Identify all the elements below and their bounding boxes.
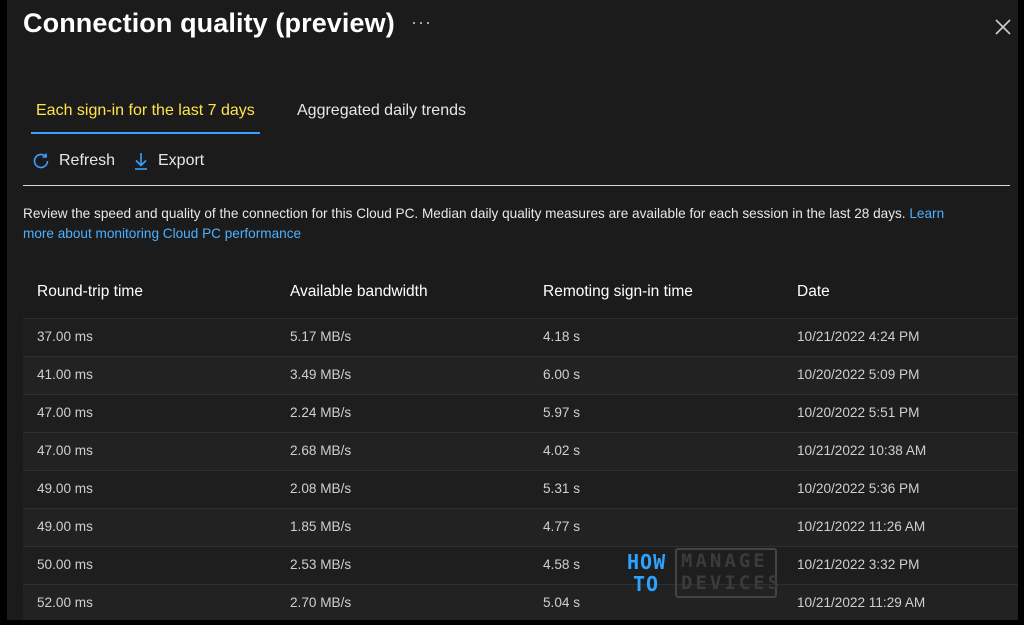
table-row[interactable]: 47.00 ms 2.24 MB/s 5.97 s 10/20/2022 5:5… xyxy=(23,395,1018,433)
table-row[interactable]: 50.00 ms 2.53 MB/s 4.58 s 10/21/2022 3:3… xyxy=(23,547,1018,585)
export-button[interactable]: Export xyxy=(132,148,204,174)
cell-date: 10/20/2022 5:51 PM xyxy=(797,405,920,420)
cell-date: 10/20/2022 5:36 PM xyxy=(797,481,920,496)
cell-available-bandwidth: 1.85 MB/s xyxy=(290,519,352,534)
export-label: Export xyxy=(158,152,205,169)
cell-round-trip-time: 47.00 ms xyxy=(37,443,93,458)
close-button[interactable] xyxy=(992,16,1014,38)
description-text: Review the speed and quality of the conn… xyxy=(23,206,906,221)
refresh-button[interactable]: Refresh xyxy=(31,148,115,174)
cell-remoting-sign-in-time: 6.00 s xyxy=(543,367,581,382)
table-row[interactable]: 37.00 ms 5.17 MB/s 4.18 s 10/21/2022 4:2… xyxy=(23,319,1018,357)
cell-remoting-sign-in-time: 4.77 s xyxy=(543,519,581,534)
description: Review the speed and quality of the conn… xyxy=(23,204,973,244)
more-options-button[interactable]: ··· xyxy=(411,12,432,33)
cell-remoting-sign-in-time: 4.02 s xyxy=(543,443,581,458)
cell-date: 10/21/2022 10:38 AM xyxy=(797,443,927,458)
cell-available-bandwidth: 3.49 MB/s xyxy=(290,367,352,382)
cell-available-bandwidth: 2.70 MB/s xyxy=(290,595,352,610)
table-row[interactable]: 47.00 ms 2.68 MB/s 4.02 s 10/21/2022 10:… xyxy=(23,433,1018,471)
cell-round-trip-time: 50.00 ms xyxy=(37,557,93,572)
cell-round-trip-time: 52.00 ms xyxy=(37,595,93,610)
column-header-available-bandwidth[interactable]: Available bandwidth xyxy=(290,283,428,301)
cell-remoting-sign-in-time: 5.31 s xyxy=(543,481,581,496)
cell-available-bandwidth: 5.17 MB/s xyxy=(290,329,352,344)
table-row[interactable]: 41.00 ms 3.49 MB/s 6.00 s 10/20/2022 5:0… xyxy=(23,357,1018,395)
cell-date: 10/21/2022 4:24 PM xyxy=(797,329,920,344)
connection-quality-table: Round-trip time Available bandwidth Remo… xyxy=(23,270,1018,620)
cell-remoting-sign-in-time: 5.04 s xyxy=(543,595,581,610)
cell-round-trip-time: 49.00 ms xyxy=(37,481,93,496)
connection-quality-panel: Connection quality (preview) ··· Each si… xyxy=(7,0,1018,620)
table-body: 37.00 ms 5.17 MB/s 4.18 s 10/21/2022 4:2… xyxy=(23,319,1018,620)
watermark-devices: DEVICES xyxy=(681,572,783,594)
table-row[interactable]: 49.00 ms 2.08 MB/s 5.31 s 10/20/2022 5:3… xyxy=(23,471,1018,509)
table-header: Round-trip time Available bandwidth Remo… xyxy=(23,270,1018,319)
watermark-manage: MANAGE xyxy=(681,550,768,572)
toolbar-divider xyxy=(23,185,1010,186)
refresh-label: Refresh xyxy=(59,152,116,169)
tab-aggregated-daily-trends[interactable]: Aggregated daily trends xyxy=(297,92,466,132)
column-header-round-trip-time[interactable]: Round-trip time xyxy=(37,283,143,301)
cell-available-bandwidth: 2.24 MB/s xyxy=(290,405,352,420)
cell-round-trip-time: 41.00 ms xyxy=(37,367,93,382)
tab-bar: Each sign-in for the last 7 days Aggrega… xyxy=(23,92,623,134)
column-header-date[interactable]: Date xyxy=(797,283,830,301)
tab-each-sign-in[interactable]: Each sign-in for the last 7 days xyxy=(31,92,260,134)
refresh-icon xyxy=(33,153,49,169)
watermark-how: HOW xyxy=(627,550,667,574)
cell-date: 10/20/2022 5:09 PM xyxy=(797,367,920,382)
cell-round-trip-time: 49.00 ms xyxy=(37,519,93,534)
download-icon xyxy=(135,153,147,170)
table-row[interactable]: 49.00 ms 1.85 MB/s 4.77 s 10/21/2022 11:… xyxy=(23,509,1018,547)
cell-remoting-sign-in-time: 4.18 s xyxy=(543,329,581,344)
page-title: Connection quality (preview) xyxy=(23,8,395,38)
cell-available-bandwidth: 2.53 MB/s xyxy=(290,557,352,572)
cell-available-bandwidth: 2.08 MB/s xyxy=(290,481,352,496)
cell-remoting-sign-in-time: 5.97 s xyxy=(543,405,581,420)
close-icon xyxy=(995,19,1011,35)
cell-date: 10/21/2022 3:32 PM xyxy=(797,557,920,572)
cell-date: 10/21/2022 11:26 AM xyxy=(797,519,926,534)
cell-round-trip-time: 47.00 ms xyxy=(37,405,93,420)
cell-date: 10/21/2022 11:29 AM xyxy=(797,595,926,610)
watermark-to: TO xyxy=(633,572,660,596)
cell-remoting-sign-in-time: 4.58 s xyxy=(543,557,581,572)
table-row[interactable]: 52.00 ms 2.70 MB/s 5.04 s 10/21/2022 11:… xyxy=(23,585,1018,620)
watermark-logo: HOW TO MANAGE DEVICES xyxy=(627,548,779,598)
cell-available-bandwidth: 2.68 MB/s xyxy=(290,443,352,458)
column-header-remoting-sign-in-time[interactable]: Remoting sign-in time xyxy=(543,283,693,301)
cell-round-trip-time: 37.00 ms xyxy=(37,329,93,344)
